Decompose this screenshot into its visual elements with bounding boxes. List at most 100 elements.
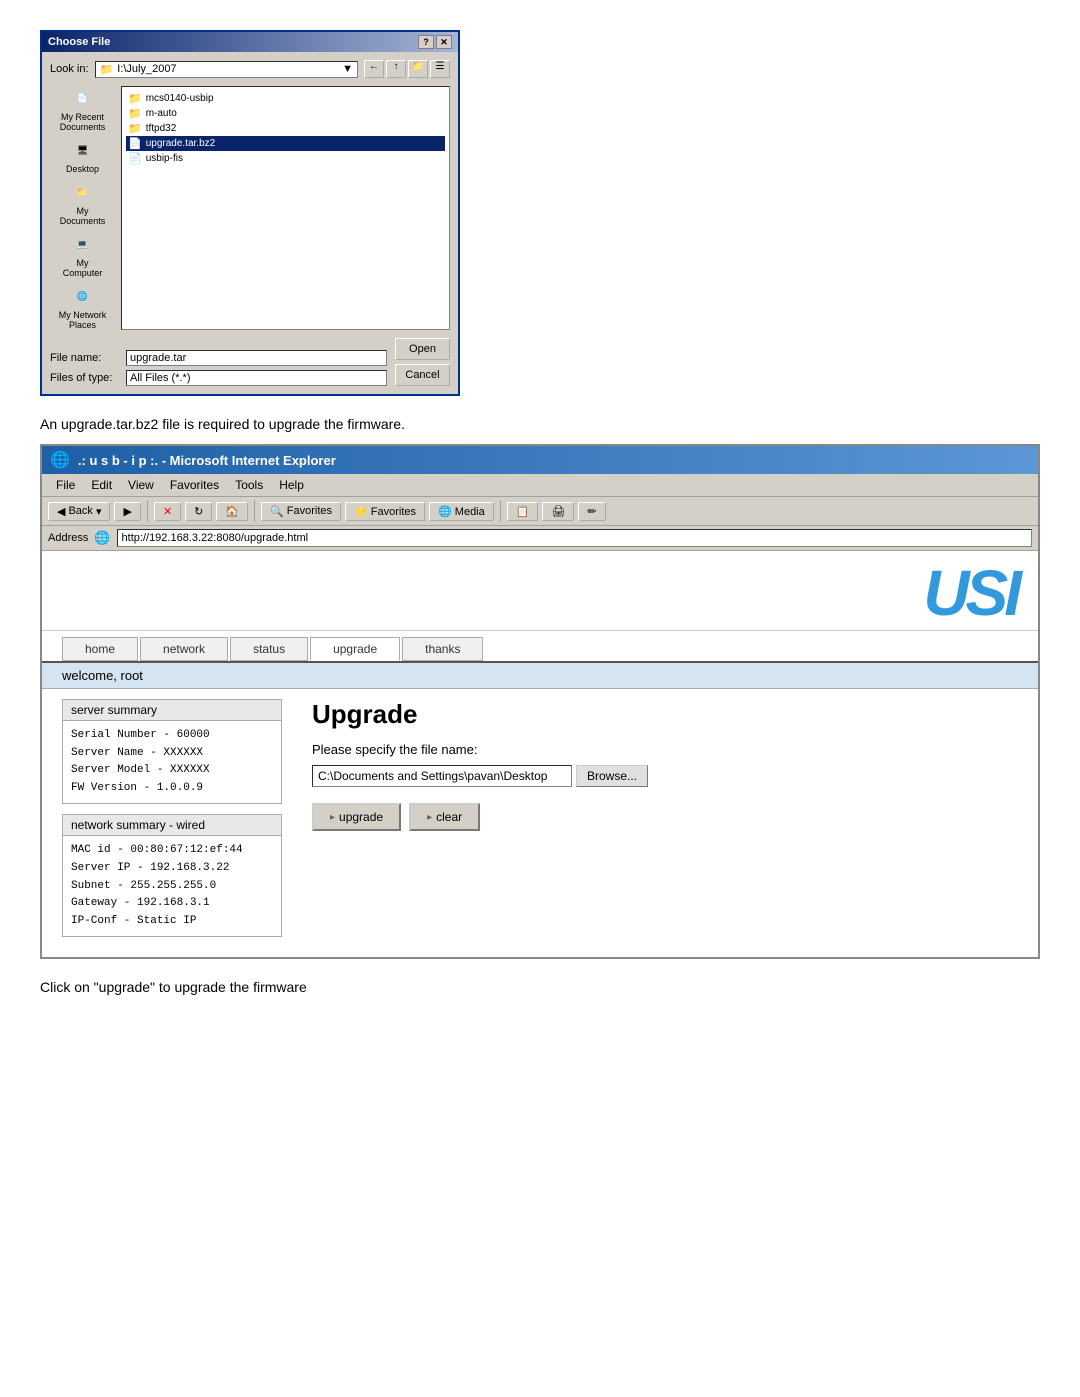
usi-right-panel: Upgrade Please specify the file name: Br…: [312, 699, 1018, 947]
dialog-bottom: File name: Files of type: Open Cancel: [50, 338, 450, 386]
address-icon: 🌐: [94, 530, 110, 546]
nav-upgrade[interactable]: upgrade: [310, 637, 400, 661]
print-button[interactable]: 🖨: [542, 502, 574, 521]
usi-welcome: welcome, root: [42, 663, 1038, 689]
lookin-row: Look in: 📁 I:\July_2007 ▼ ← ↑ 📁 ☰: [50, 60, 450, 78]
stop-button[interactable]: ✕: [154, 502, 181, 521]
file-list[interactable]: 📁 mcs0140-usbip 📁 m-auto 📁 tftpd32 📄 upg…: [121, 86, 450, 330]
server-summary-content: Serial Number - 60000 Server Name - XXXX…: [63, 721, 281, 803]
usi-main: server summary Serial Number - 60000 Ser…: [42, 689, 1038, 957]
media-button[interactable]: 🌐 Media: [429, 502, 494, 521]
filetype-input[interactable]: [126, 370, 387, 386]
server-summary-box: server summary Serial Number - 60000 Ser…: [62, 699, 282, 804]
nav-status[interactable]: status: [230, 637, 308, 661]
menu-file[interactable]: File: [48, 476, 83, 494]
file-item-tftpd[interactable]: 📁 tftpd32: [126, 121, 445, 136]
file-name: usbip-fis: [146, 153, 183, 164]
server-model-line: Server Model - XXXXXX: [71, 762, 273, 780]
filetype-label: Files of type:: [50, 372, 120, 384]
desktop-label: Desktop: [66, 164, 99, 174]
folder-icon: 📁: [128, 122, 142, 135]
folder-icon: 📁: [128, 92, 142, 105]
server-name-line: Server Name - XXXXXX: [71, 745, 273, 763]
refresh-button[interactable]: ↻: [185, 502, 212, 521]
clear-button[interactable]: ▸ clear: [409, 803, 480, 831]
upgrade-button[interactable]: ▸ upgrade: [312, 803, 401, 831]
nav-home[interactable]: home: [62, 637, 138, 661]
dialog-title: Choose File: [48, 36, 110, 48]
search-label: Favorites: [287, 505, 332, 517]
lookin-select[interactable]: 📁 I:\July_2007 ▼: [95, 61, 358, 78]
home-button[interactable]: 🏠: [216, 502, 248, 521]
favorites-button[interactable]: ⭐ Favorites: [345, 502, 425, 521]
new-folder-btn[interactable]: 📁: [408, 60, 428, 78]
upgrade-title: Upgrade: [312, 699, 1018, 730]
menu-help[interactable]: Help: [271, 476, 312, 494]
dialog-sidebar: 📄 My RecentDocuments 🖥 Desktop 📁 MyDocum…: [50, 86, 115, 330]
menu-edit[interactable]: Edit: [83, 476, 120, 494]
my-network-label: My NetworkPlaces: [59, 310, 107, 330]
file-item-usbip[interactable]: 📄 usbip-fis: [126, 151, 445, 166]
dropdown-arrow: ▼: [342, 63, 353, 75]
history-button[interactable]: 📋: [507, 502, 539, 521]
address-input[interactable]: [117, 529, 1032, 547]
file-icon: 📄: [128, 137, 142, 150]
dialog-close-btn[interactable]: ✕: [436, 35, 452, 49]
file-item-mauto[interactable]: 📁 m-auto: [126, 106, 445, 121]
my-documents-label: MyDocuments: [60, 206, 106, 226]
view-btn[interactable]: ☰: [430, 60, 450, 78]
filename-input[interactable]: [126, 350, 387, 366]
toolbar-separator-3: [500, 500, 501, 522]
network-summary-title: network summary - wired: [63, 815, 281, 836]
menu-favorites[interactable]: Favorites: [162, 476, 227, 494]
dialog-body: Look in: 📁 I:\July_2007 ▼ ← ↑ 📁 ☰ 📄 My R…: [42, 52, 458, 394]
file-item-mcs[interactable]: 📁 mcs0140-usbip: [126, 91, 445, 106]
search-button[interactable]: 🔍 Favorites: [261, 502, 341, 521]
upgrade-file-label: Please specify the file name:: [312, 742, 1018, 757]
toolbar-separator-2: [254, 500, 255, 522]
filename-label: File name:: [50, 352, 120, 364]
sidebar-my-computer[interactable]: 💻 MyComputer: [53, 232, 113, 278]
browse-button[interactable]: Browse...: [576, 765, 648, 787]
server-summary-title: server summary: [63, 700, 281, 721]
dialog-main-area: 📄 My RecentDocuments 🖥 Desktop 📁 MyDocum…: [50, 86, 450, 330]
cancel-button[interactable]: Cancel: [395, 364, 450, 386]
usi-header: USI: [42, 551, 1038, 631]
edit-button[interactable]: ✏: [578, 502, 605, 521]
menu-view[interactable]: View: [120, 476, 162, 494]
desktop-icon: 🖥: [69, 138, 97, 162]
file-name: mcs0140-usbip: [146, 93, 214, 104]
lookin-value: I:\July_2007: [117, 63, 176, 75]
ie-browser-window: 🌐 .: u s b - i p :. - Microsoft Internet…: [40, 444, 1040, 959]
network-summary-content: MAC id - 00:80:67:12:ef:44 Server IP - 1…: [63, 836, 281, 936]
file-item-upgrade[interactable]: 📄 upgrade.tar.bz2: [126, 136, 445, 151]
back-dropdown-icon: ▾: [96, 505, 102, 518]
file-input-row: Browse...: [312, 765, 1018, 787]
action-buttons-row: ▸ upgrade ▸ clear: [312, 803, 1018, 831]
dialog-action-buttons: Open Cancel: [395, 338, 450, 386]
file-name: m-auto: [146, 108, 177, 119]
usi-left-panel: server summary Serial Number - 60000 Ser…: [62, 699, 282, 947]
sidebar-recent-docs[interactable]: 📄 My RecentDocuments: [53, 86, 113, 132]
back-button[interactable]: ◀ Back ▾: [48, 502, 110, 521]
server-ip-line: Server IP - 192.168.3.22: [71, 860, 273, 878]
sidebar-my-network[interactable]: 🌐 My NetworkPlaces: [53, 284, 113, 330]
ie-toolbar: ◀ Back ▾ ▶ ✕ ↻ 🏠 🔍 Favorites ⭐ Favorites…: [42, 497, 1038, 526]
up-icon-btn[interactable]: ↑: [386, 60, 406, 78]
upgrade-btn-label: upgrade: [339, 810, 383, 824]
file-path-input[interactable]: [312, 765, 572, 787]
forward-button[interactable]: ▶: [114, 502, 140, 521]
back-icon-btn[interactable]: ←: [364, 60, 384, 78]
ie-content: USI home network status upgrade thanks w…: [42, 551, 1038, 957]
sidebar-desktop[interactable]: 🖥 Desktop: [53, 138, 113, 174]
menu-tools[interactable]: Tools: [227, 476, 271, 494]
network-summary-box: network summary - wired MAC id - 00:80:6…: [62, 814, 282, 937]
dialog-help-btn[interactable]: ?: [418, 35, 434, 49]
nav-network[interactable]: network: [140, 637, 228, 661]
sidebar-my-documents[interactable]: 📁 MyDocuments: [53, 180, 113, 226]
open-button[interactable]: Open: [395, 338, 450, 360]
my-computer-icon: 💻: [69, 232, 97, 256]
welcome-text: welcome, root: [62, 668, 143, 683]
toolbar-separator-1: [147, 500, 148, 522]
nav-thanks[interactable]: thanks: [402, 637, 483, 661]
